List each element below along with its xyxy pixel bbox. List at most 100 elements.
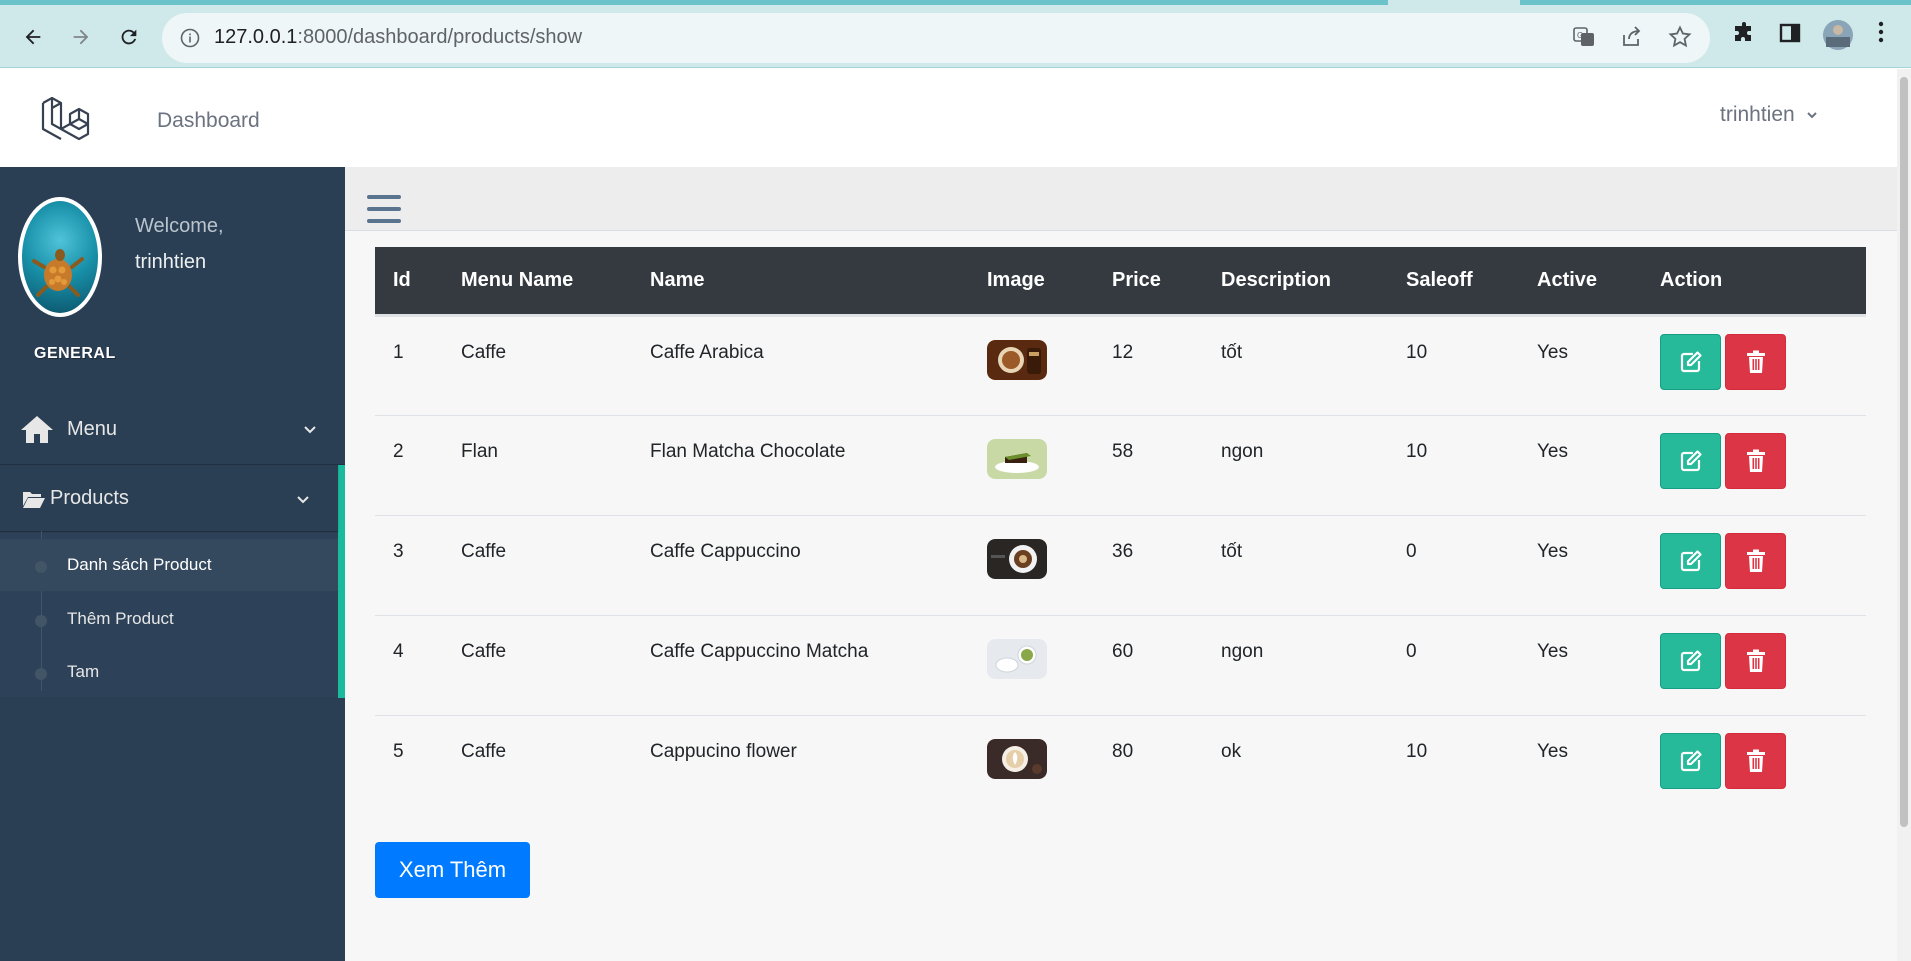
edit-icon [1680, 449, 1702, 471]
sidebar-group-products: Products Danh sách Product Thêm Product … [0, 464, 345, 698]
home-icon [21, 416, 53, 443]
cell-menu: Flan [443, 414, 632, 515]
cell-description: tốt [1221, 341, 1243, 363]
sidebar-child-tam[interactable]: Tam [0, 646, 338, 698]
extensions-icon[interactable] [1732, 21, 1756, 45]
chevron-down-icon [297, 496, 309, 504]
edit-icon [1680, 549, 1702, 571]
cell-menu: Caffe [443, 514, 632, 615]
bullet-icon [35, 615, 47, 627]
edit-icon [1680, 649, 1702, 671]
section-title: GENERAL [34, 345, 116, 362]
user-name: trinhtien [1720, 103, 1795, 126]
product-image [987, 339, 1047, 380]
sidebar-child-product-list[interactable]: Danh sách Product [0, 539, 338, 591]
reload-icon[interactable] [110, 18, 148, 56]
cell-name: Caffe Cappuccino Matcha [632, 614, 969, 715]
cell-action [1642, 714, 1866, 815]
translate-icon[interactable]: G [1572, 25, 1596, 54]
laravel-logo-icon[interactable] [40, 94, 92, 149]
delete-button[interactable] [1725, 432, 1786, 489]
user-dropdown[interactable]: trinhtien [1720, 103, 1819, 127]
cell-description: ngon [1203, 614, 1388, 715]
table-row: 3 Caffe Caffe Cappuccino 36 tốt 0 Yes [375, 514, 1866, 615]
bullet-icon [35, 561, 47, 573]
cell-active: Yes [1519, 414, 1642, 515]
col-header-name: Name [632, 247, 969, 317]
cell-saleoff: 0 [1388, 514, 1519, 615]
cell-active: Yes [1537, 341, 1568, 363]
browser-menu-icon[interactable] [1878, 21, 1884, 43]
trash-icon [1746, 549, 1765, 572]
col-header-description: Description [1203, 247, 1388, 317]
page-scrollbar[interactable] [1897, 69, 1911, 961]
cell-image [969, 514, 1094, 615]
table-header-row: Id Menu Name Name Image Price Descriptio… [375, 247, 1866, 317]
product-image [987, 738, 1047, 779]
folder-open-icon [23, 492, 45, 508]
cell-price: 12 [1112, 341, 1134, 363]
delete-button[interactable] [1725, 333, 1786, 390]
product-image [987, 438, 1047, 479]
col-header-action: Action [1642, 247, 1866, 317]
svg-text:G: G [1577, 31, 1583, 40]
cell-menu: Caffe [461, 341, 507, 363]
bookmark-star-icon[interactable] [1668, 25, 1692, 54]
edit-button[interactable] [1660, 732, 1721, 789]
delete-button[interactable] [1725, 632, 1786, 689]
forward-icon[interactable] [62, 18, 100, 56]
cell-price: 80 [1094, 714, 1203, 815]
col-header-active: Active [1519, 247, 1642, 317]
sidebar-item-label: Products [50, 487, 129, 509]
sidebar-child-add-product[interactable]: Thêm Product [0, 593, 338, 645]
col-header-price: Price [1094, 247, 1203, 317]
col-header-image: Image [969, 247, 1094, 317]
cell-name: Cappucino flower [632, 714, 969, 815]
sidebar-child-label: Danh sách Product [67, 555, 212, 574]
sidebar-item-products[interactable]: Products [0, 465, 338, 531]
avatar [18, 197, 102, 317]
sidebar-child-label: Thêm Product [67, 609, 174, 628]
edit-button[interactable] [1660, 432, 1721, 489]
delete-button[interactable] [1725, 532, 1786, 589]
welcome-text: Welcome, [135, 215, 224, 237]
cell-image [969, 614, 1094, 715]
table-row: 1 Caffe Caffe Arabica 12 tốt 10 Yes [375, 315, 1866, 415]
address-bar[interactable]: 127.0.0.1:8000/dashboard/products/show G [162, 13, 1710, 63]
load-more-button[interactable]: Xem Thêm [375, 842, 530, 898]
dashboard-link[interactable]: Dashboard [157, 109, 260, 133]
sidebar: Welcome, trinhtien GENERAL Menu Products… [0, 167, 345, 961]
cell-price: 60 [1094, 614, 1203, 715]
cell-saleoff: 0 [1388, 614, 1519, 715]
profile-avatar-icon[interactable] [1822, 19, 1854, 51]
back-icon[interactable] [14, 18, 52, 56]
side-panel-icon[interactable] [1778, 21, 1802, 45]
cell-action [1642, 414, 1866, 515]
cell-id: 2 [375, 414, 443, 515]
edit-button[interactable] [1660, 333, 1721, 390]
cell-price: 58 [1094, 414, 1203, 515]
col-header-menu-name: Menu Name [443, 247, 632, 317]
share-icon[interactable] [1620, 25, 1644, 54]
active-indicator [338, 465, 345, 698]
cell-id: 4 [375, 614, 443, 715]
cell-saleoff: 10 [1406, 341, 1428, 363]
col-header-saleoff: Saleoff [1388, 247, 1519, 317]
cell-action [1642, 315, 1866, 415]
sidebar-username: trinhtien [135, 251, 207, 273]
hamburger-menu-icon[interactable] [367, 195, 401, 231]
site-info-icon[interactable] [180, 28, 200, 53]
cell-description: tốt [1203, 514, 1388, 615]
edit-button[interactable] [1660, 532, 1721, 589]
cell-name: Flan Matcha Chocolate [632, 414, 969, 515]
top-nav [345, 167, 1897, 231]
cell-description: ok [1203, 714, 1388, 815]
edit-button[interactable] [1660, 632, 1721, 689]
cell-saleoff: 10 [1388, 414, 1519, 515]
cell-description: ngon [1203, 414, 1388, 515]
sidebar-item-menu[interactable]: Menu [0, 389, 345, 469]
delete-button[interactable] [1725, 732, 1786, 789]
edit-icon [1680, 350, 1702, 372]
app-header: Dashboard trinhtien [0, 69, 1897, 167]
trash-icon [1746, 749, 1765, 772]
